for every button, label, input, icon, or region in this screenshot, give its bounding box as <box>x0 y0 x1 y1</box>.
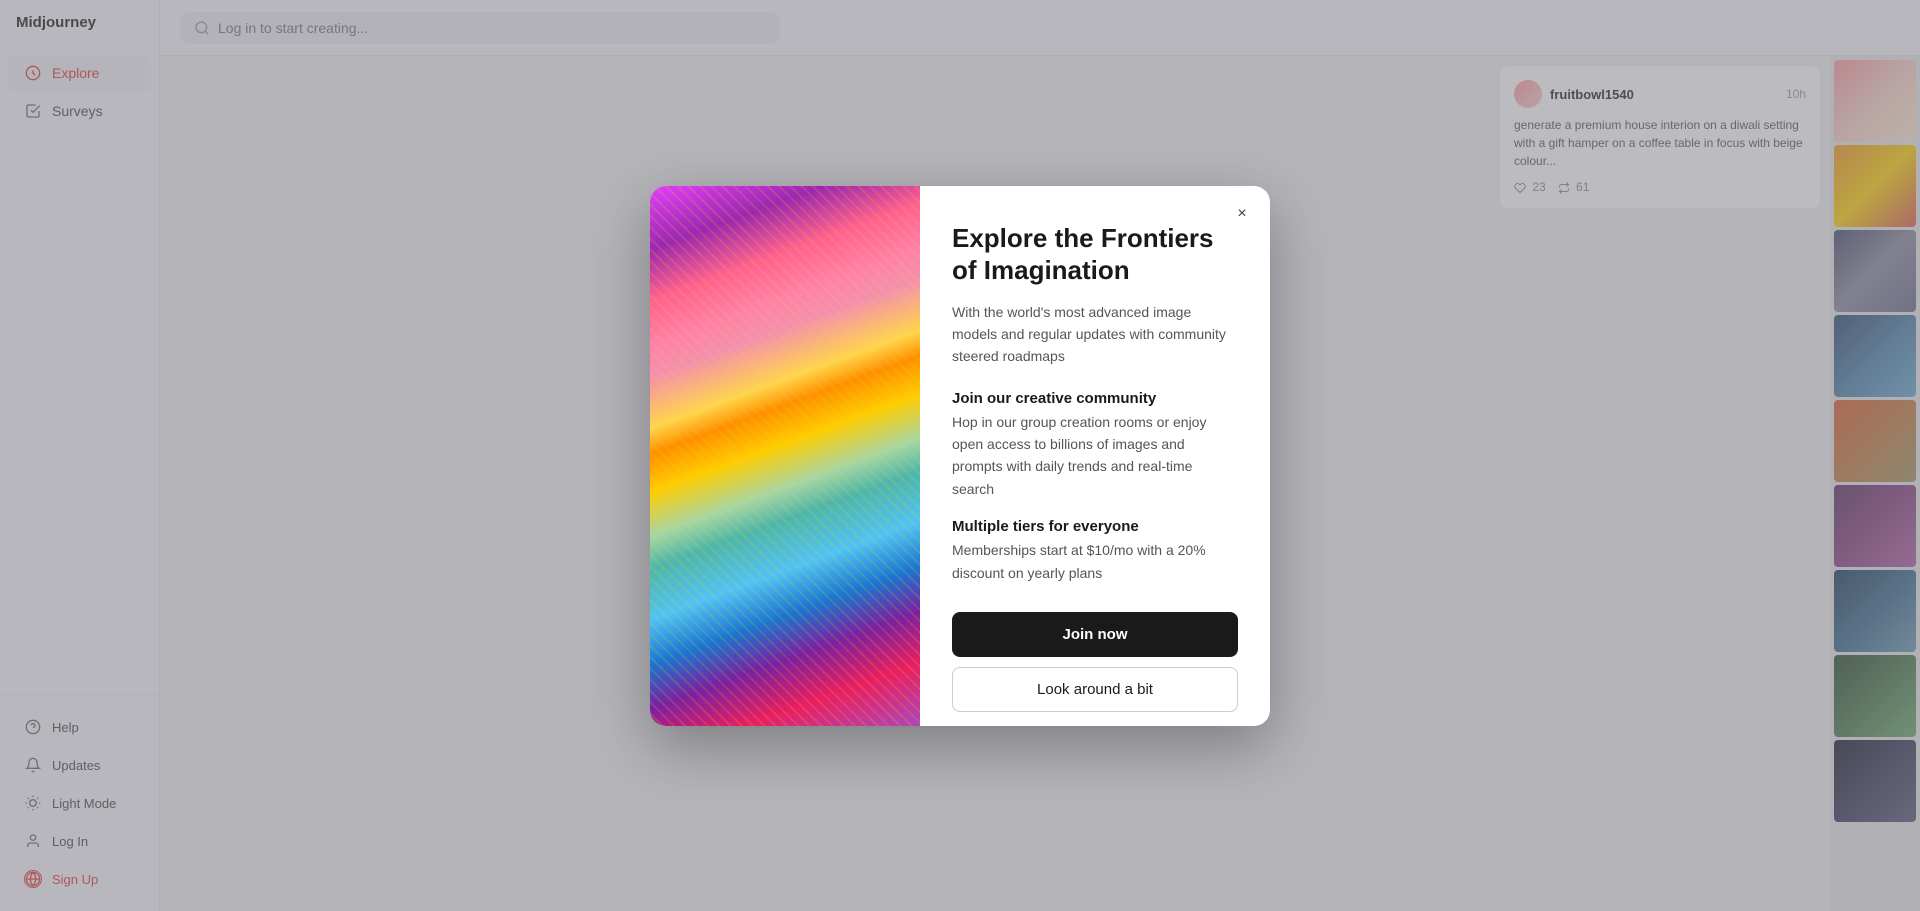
modal-subtitle: With the world's most advanced image mod… <box>952 301 1238 368</box>
modal-title: Explore the Frontiers of Imagination <box>952 222 1238 287</box>
section1-title: Join our creative community <box>952 390 1238 407</box>
section1-text: Hop in our group creation rooms or enjoy… <box>952 411 1238 501</box>
section2-title: Multiple tiers for everyone <box>952 518 1238 535</box>
modal-actions: Join now Look around a bit Already have … <box>952 602 1238 725</box>
look-around-button[interactable]: Look around a bit <box>952 667 1238 712</box>
close-button[interactable]: × <box>1228 200 1256 228</box>
modal-dialog: × Explore the Frontiers of Imagination W… <box>650 186 1270 726</box>
modal-content: Explore the Frontiers of Imagination Wit… <box>920 186 1270 726</box>
join-now-button[interactable]: Join now <box>952 612 1238 657</box>
modal-section-community: Join our creative community Hop in our g… <box>952 390 1238 501</box>
modal-backdrop: × Explore the Frontiers of Imagination W… <box>0 0 1920 911</box>
modal-section-tiers: Multiple tiers for everyone Memberships … <box>952 518 1238 584</box>
section2-text: Memberships start at $10/mo with a 20% d… <box>952 539 1238 584</box>
modal-image <box>650 186 920 726</box>
